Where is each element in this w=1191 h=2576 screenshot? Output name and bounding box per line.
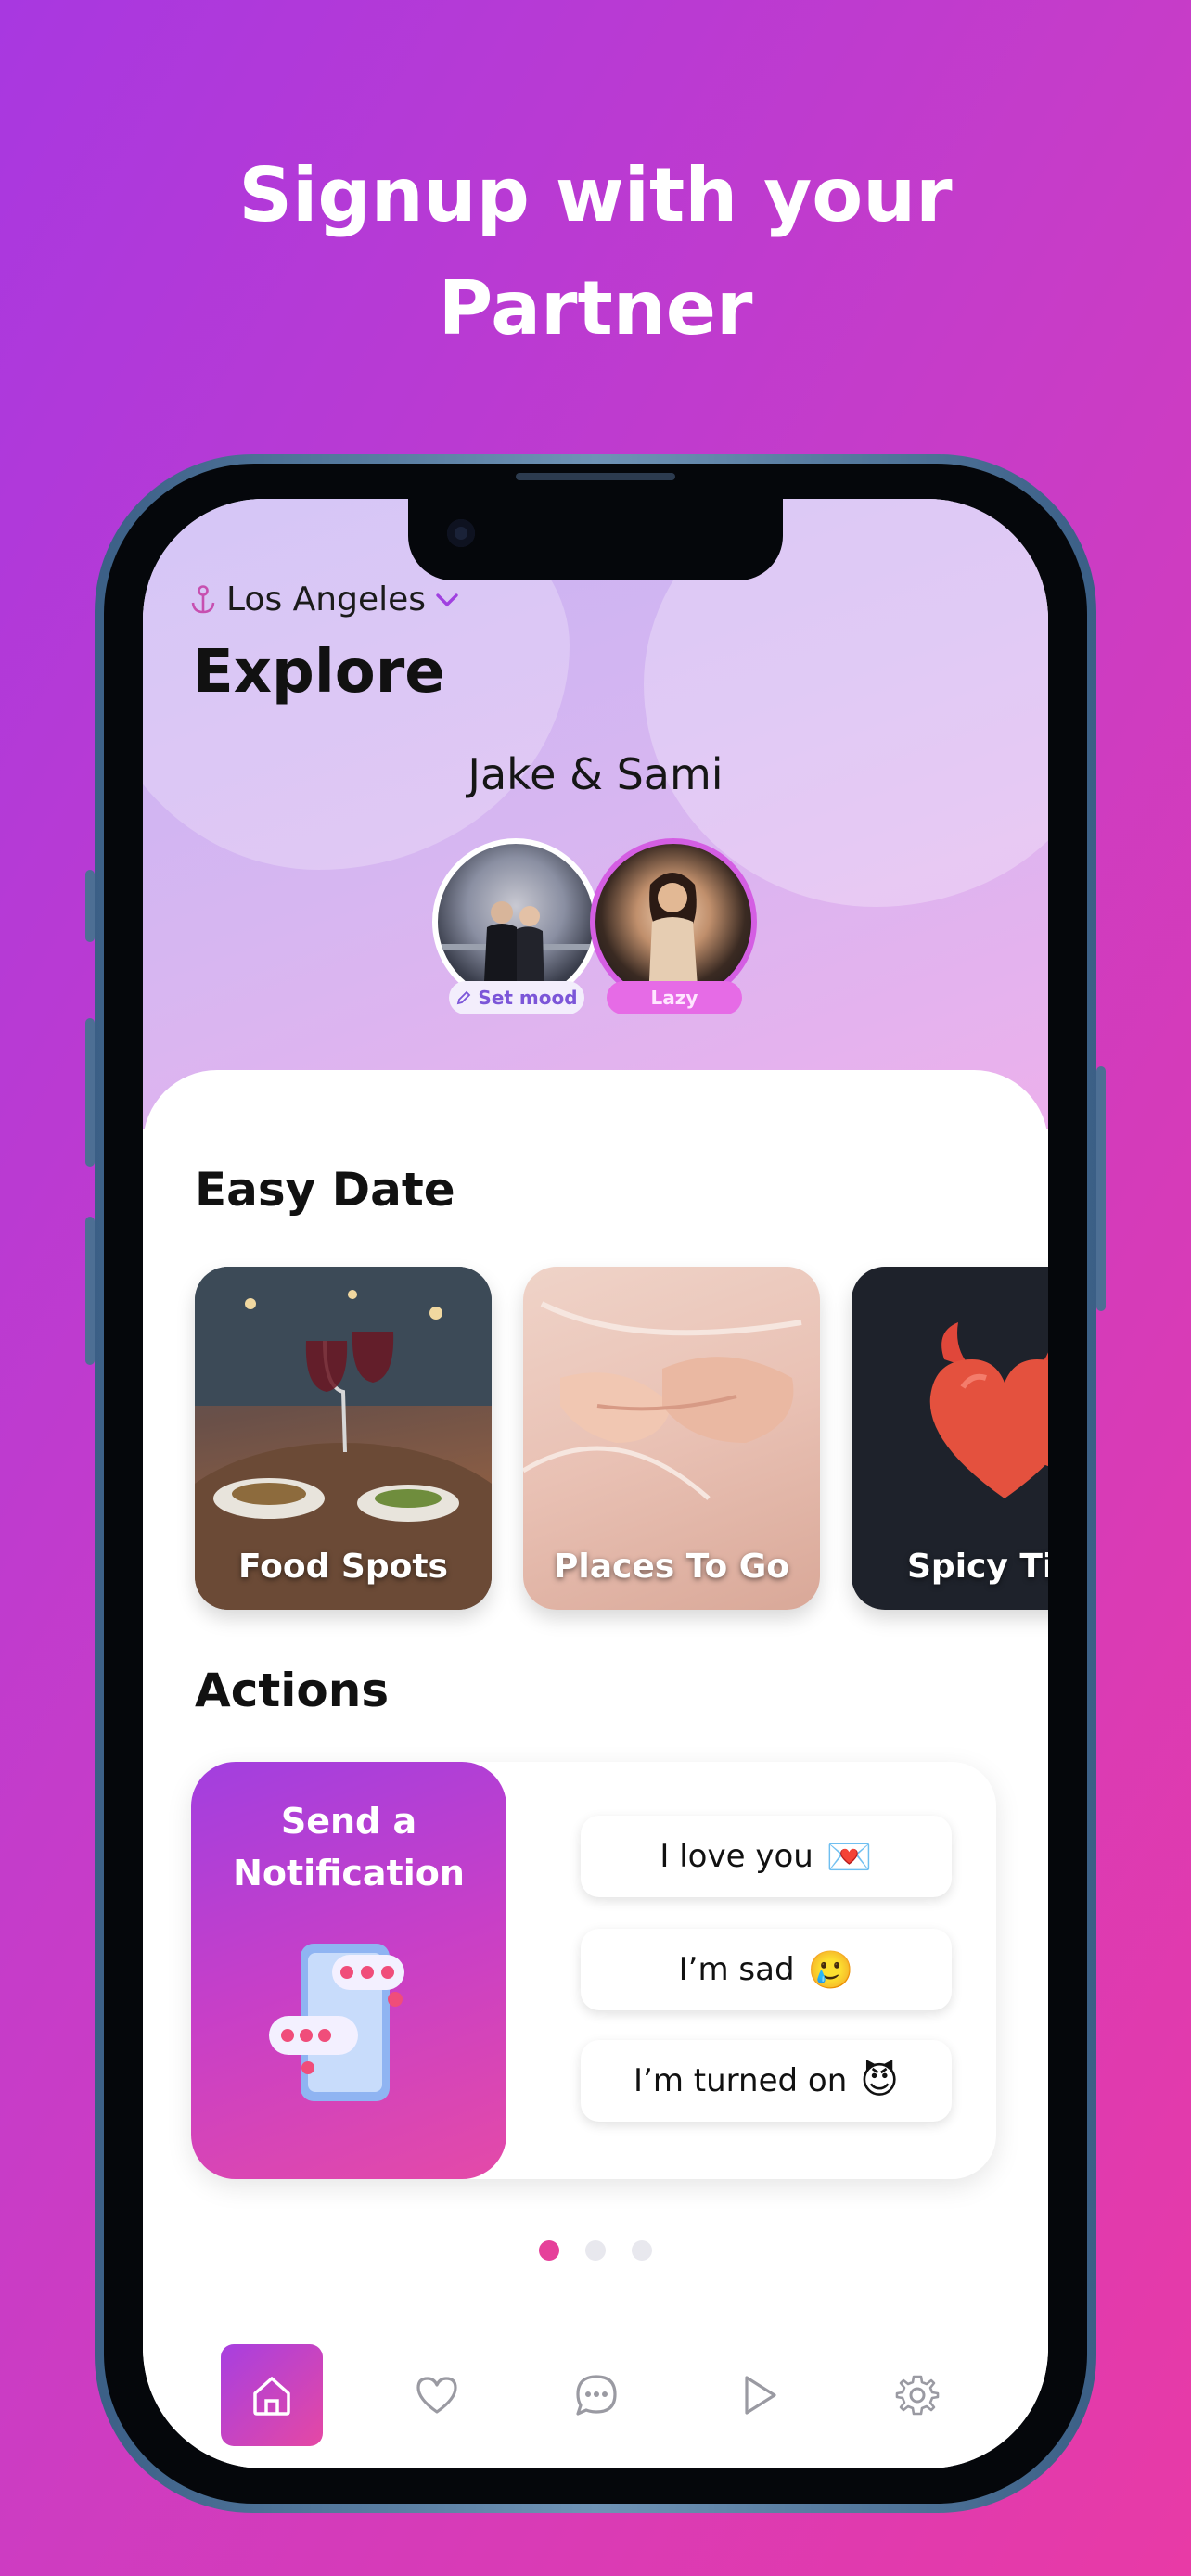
send-notification-card[interactable]: Send a Notification	[191, 1762, 506, 2179]
tab-messages[interactable]	[545, 2344, 647, 2446]
location-city: Los Angeles	[226, 580, 426, 618]
send-notification-title: Send a Notification	[191, 1795, 506, 1899]
love-letter-icon: 💌	[826, 1835, 873, 1879]
headline: Signup with your Partner	[0, 139, 1191, 365]
card-food-spots[interactable]: Food Spots	[195, 1267, 492, 1610]
hero-header: Los Angeles Explore Jake & Sami Set mood…	[143, 499, 1048, 1129]
power-button	[1096, 1066, 1106, 1311]
quick-turned-on-button[interactable]: I’m turned on 😈	[581, 2040, 952, 2122]
tab-play[interactable]	[707, 2344, 809, 2446]
send-notification-line-2: Notification	[233, 1853, 465, 1894]
set-mood-button[interactable]: Set mood	[449, 981, 584, 1014]
quick-sad-button[interactable]: I’m sad 🥲	[581, 1929, 952, 2010]
couple-names: Jake & Sami	[467, 749, 724, 799]
partner-avatar-sami[interactable]	[590, 838, 757, 1005]
chevron-down-icon	[436, 593, 458, 606]
location-selector[interactable]: Los Angeles	[189, 580, 468, 618]
easy-date-title: Easy Date	[195, 1163, 455, 1217]
page-title: Explore	[193, 638, 445, 707]
card-places-to-go[interactable]: Places To Go	[523, 1267, 820, 1610]
quick-label: I’m turned on	[634, 2062, 848, 2099]
quick-love-you-button[interactable]: I love you 💌	[581, 1816, 952, 1897]
headline-line-2: Partner	[438, 265, 753, 351]
partner-mood-badge: Lazy	[607, 981, 742, 1014]
partner-photo	[648, 873, 698, 1000]
volume-up-button	[85, 1018, 95, 1167]
send-notification-line-1: Send a	[280, 1801, 417, 1842]
gear-icon	[895, 2375, 940, 2416]
home-icon	[253, 2377, 290, 2416]
bottom-tab-bar	[143, 2344, 1048, 2446]
card-label: Food Spots	[238, 1548, 448, 1586]
actions-panel: Send a Notification I love you 💌 I’m sad…	[191, 1762, 996, 2179]
page-dot-active[interactable]	[539, 2240, 559, 2261]
card-spicy-time[interactable]: Spicy Tii	[852, 1267, 1048, 1610]
phone-hearts-icon	[269, 1944, 404, 2101]
devil-face-icon: 😈	[860, 2060, 899, 2102]
heart-icon	[416, 2377, 457, 2414]
tab-home[interactable]	[221, 2344, 323, 2446]
volume-down-button	[85, 1217, 95, 1365]
play-icon	[745, 2376, 776, 2415]
page-dot[interactable]	[632, 2240, 652, 2261]
pencil-icon	[457, 990, 471, 1005]
partner-avatar-jake[interactable]	[432, 838, 599, 1005]
tab-favorites[interactable]	[386, 2344, 488, 2446]
anchor-icon	[191, 584, 215, 613]
front-camera	[447, 519, 475, 547]
speaker-grille	[516, 473, 675, 480]
quick-label: I love you	[660, 1838, 813, 1875]
quick-label: I’m sad	[678, 1951, 795, 1988]
set-mood-label: Set mood	[478, 987, 578, 1009]
card-label: Places To Go	[553, 1548, 790, 1586]
tab-settings[interactable]	[866, 2344, 968, 2446]
app-screen: Los Angeles Explore Jake & Sami Set mood…	[143, 499, 1048, 2468]
partner-mood-label: Lazy	[650, 987, 698, 1009]
card-label: Spicy Tii	[907, 1548, 1048, 1586]
devil-heart-icon	[929, 1322, 1048, 1498]
sad-smile-icon: 🥲	[807, 1948, 854, 1992]
headline-line-1: Signup with your	[238, 152, 953, 238]
page-dot[interactable]	[585, 2240, 606, 2261]
mute-switch	[85, 870, 95, 942]
page-indicator	[143, 2240, 1048, 2261]
content-sheet: Easy Date Food Spots Places To Go Spicy …	[143, 1070, 1048, 2468]
chat-icon	[576, 2375, 617, 2416]
actions-title: Actions	[195, 1664, 390, 1717]
